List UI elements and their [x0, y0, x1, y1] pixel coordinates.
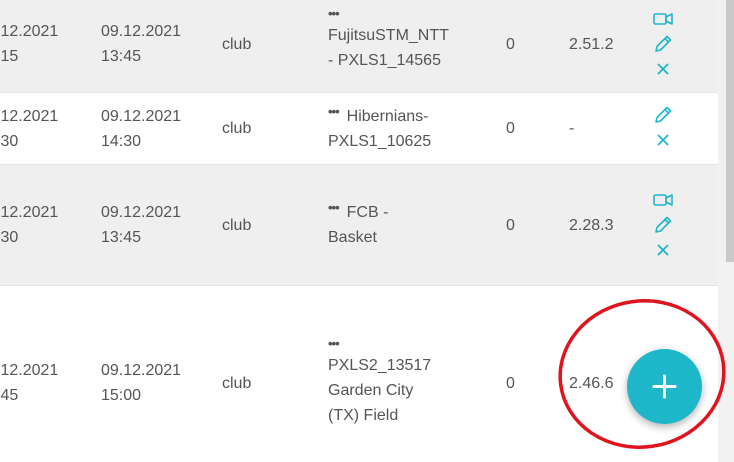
pencil-icon[interactable] — [652, 104, 674, 126]
end-date: 09.12.2021 — [101, 108, 182, 125]
start-time: :45 — [0, 387, 19, 404]
start-time: :15 — [0, 48, 19, 65]
count-value: 0 — [506, 120, 515, 137]
start-date: .12.2021 — [0, 362, 59, 379]
event-type: club — [222, 120, 252, 137]
table-row: .12.2021 :30 09.12.2021 14:30 club ••• Hi… — [0, 93, 718, 165]
plus-icon — [652, 374, 677, 399]
table-row: .12.2021 :15 09.12.2021 13:45 club ••• F… — [0, 0, 718, 93]
close-icon[interactable] — [652, 58, 674, 80]
table-row: .12.2021 :30 09.12.2021 13:45 club ••• FC… — [0, 165, 718, 286]
video-camera-icon[interactable] — [652, 189, 674, 211]
close-icon[interactable] — [652, 239, 674, 261]
matches-table: .12.2021 :15 09.12.2021 13:45 club ••• F… — [0, 0, 718, 462]
event-name-line: Garden City — [328, 382, 414, 399]
video-camera-icon[interactable] — [652, 8, 674, 30]
more-icon[interactable]: ••• — [328, 201, 340, 214]
event-name-line: - PXLS1_14565 — [328, 52, 441, 69]
event-name-line: FujitsuSTM_NTT — [328, 27, 449, 44]
event-type: club — [222, 375, 252, 392]
event-name-line: FCB - — [346, 204, 389, 221]
version-value: 2.46.6 — [569, 375, 614, 392]
end-time: 14:30 — [101, 133, 142, 150]
start-time: :30 — [0, 229, 19, 246]
event-type: club — [222, 36, 252, 53]
event-type: club — [222, 217, 252, 234]
more-icon[interactable]: ••• — [328, 7, 449, 23]
end-date: 09.12.2021 — [101, 204, 182, 221]
version-value: - — [569, 120, 575, 137]
event-name-line: Basket — [328, 229, 377, 246]
start-date: .12.2021 — [0, 23, 59, 40]
version-value: 2.28.3 — [569, 217, 614, 234]
pencil-icon[interactable] — [652, 214, 674, 236]
end-time: 13:45 — [101, 48, 142, 65]
version-value: 2.51.2 — [569, 36, 614, 53]
event-name-line: PXLS1_10625 — [328, 133, 432, 150]
end-date: 09.12.2021 — [101, 362, 182, 379]
start-date: .12.2021 — [0, 204, 59, 221]
add-button[interactable] — [627, 349, 702, 424]
end-time: 13:45 — [101, 229, 142, 246]
event-name-line: (TX) Field — [328, 407, 399, 424]
start-time: :30 — [0, 133, 19, 150]
pencil-icon[interactable] — [652, 33, 674, 55]
count-value: 0 — [506, 217, 515, 234]
scrollbar-thumb[interactable] — [726, 0, 734, 262]
close-icon[interactable] — [652, 129, 674, 151]
more-icon[interactable]: ••• — [328, 337, 431, 353]
more-icon[interactable]: ••• — [328, 105, 340, 118]
start-date: .12.2021 — [0, 108, 59, 125]
event-name-line: Hibernians- — [346, 108, 429, 125]
end-time: 15:00 — [101, 387, 142, 404]
end-date: 09.12.2021 — [101, 23, 182, 40]
event-name-line: PXLS2_13517 — [328, 357, 432, 374]
count-value: 0 — [506, 36, 515, 53]
table-row: .12.2021 :45 09.12.2021 15:00 club ••• P… — [0, 286, 718, 462]
count-value: 0 — [506, 375, 515, 392]
